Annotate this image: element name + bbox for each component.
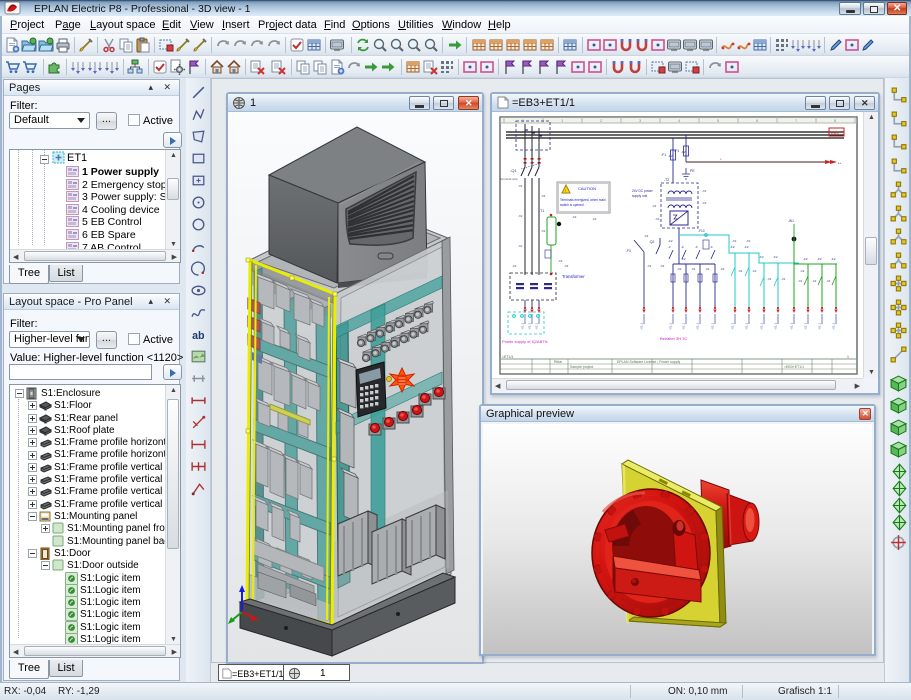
svg-text:-Q1: -Q1 [510,168,517,173]
svg-text:-X2: -X2 [512,264,517,268]
svg-text:-X1:1: -X1:1 [669,322,673,330]
svg-text:-X1:1: -X1:1 [535,322,539,330]
svg-text:-T2: -T2 [664,178,669,182]
svg-text:supply unit: supply unit [632,194,647,198]
svg-text:-X2: -X2 [572,215,577,219]
svg-text:Behälter 3H 3C: Behälter 3H 3C [660,336,687,341]
svg-text:CAUTION: CAUTION [578,186,596,191]
svg-text:-F2: -F2 [817,257,822,261]
svg-text:1: 1 [847,355,849,359]
svg-text:-X1:1: -X1:1 [832,322,836,330]
svg-text:-F3: -F3 [626,249,631,253]
svg-text:-X1:1: -X1:1 [774,322,778,330]
svg-text:-T1: -T1 [539,209,544,213]
svg-text:-X2: -X2 [720,267,725,271]
svg-text:-X1:1: -X1:1 [745,322,749,330]
svg-text:L+: L+ [838,161,842,165]
svg-text:-Q2: -Q2 [649,240,655,244]
svg-text:Rittal: Rittal [554,360,562,364]
svg-text:-X1:1: -X1:1 [696,322,700,330]
svg-text:-X2: -X2 [644,234,649,238]
svg-text:Transformer: Transformer [562,274,585,279]
svg-text:-X2: -X2 [826,279,831,283]
svg-text:-X2: -X2 [518,184,523,188]
svg-text:-X1:1: -X1:1 [528,322,532,330]
svg-text:-X2: -X2 [518,214,523,218]
svg-text:-X1:1: -X1:1 [760,322,764,330]
svg-text:-X2: -X2 [655,217,660,221]
svg-text:-X1:1: -X1:1 [731,322,735,330]
svg-text:-X1:1: -X1:1 [790,322,794,330]
svg-text:-X2: -X2 [677,267,682,271]
svg-text:-X2: -X2 [558,259,563,263]
svg-text:-X2: -X2 [812,279,817,283]
svg-text:Terminals energized, when main: Terminals energized, when main [560,198,606,202]
svg-text:-F2: -F2 [681,257,686,261]
svg-text:-F1: -F1 [674,149,679,153]
svg-text:-X2: -X2 [798,279,803,283]
svg-text:-F: -F [681,245,684,249]
svg-text:EPLAN Software License / Power: EPLAN Software License / Power supply [617,360,680,364]
svg-text:-X2: -X2 [518,244,523,248]
svg-text:-X2: -X2 [652,204,657,208]
svg-text:-X2: -X2 [767,277,772,281]
svg-text:-F2: -F2 [803,257,808,261]
svg-text:-F2: -F2 [773,255,778,259]
svg-text:-X2: -X2 [660,264,665,268]
svg-text:-X2: -X2 [541,194,546,198]
svg-text:-F: -F [668,245,671,249]
svg-text:-F2: -F2 [668,239,673,243]
svg-text:!: ! [565,188,566,193]
svg-text:-F2: -F2 [730,245,735,249]
svg-text:-F2: -F2 [681,150,686,154]
svg-text:Terminal strip: Terminal strip [500,177,518,181]
svg-text:-F: -F [695,245,698,249]
svg-text:-X1:1: -X1:1 [640,322,644,330]
svg-text:-F2: -F2 [668,154,673,158]
svg-text:-F1: -F1 [661,153,666,157]
svg-text:=ET1/1: =ET1/1 [502,355,513,359]
svg-text:-X1:1: -X1:1 [711,322,715,330]
svg-text:Power supply of IQ/ABTN: Power supply of IQ/ABTN [502,339,548,344]
svg-text:-X2: -X2 [705,267,710,271]
svg-text:-X2: -X2 [746,239,751,243]
svg-text:=EB3+ET1/1: =EB3+ET1/1 [784,365,804,369]
svg-text:switch is opened: switch is opened [560,203,584,207]
svg-text:ab: ab [192,330,205,342]
svg-text:-F10: -F10 [698,229,705,233]
svg-text:-F: -F [710,245,713,249]
svg-text:PE: PE [690,169,695,173]
svg-text:-X1:1: -X1:1 [682,322,686,330]
svg-text:-X2: -X2 [738,269,743,273]
svg-text:-X2: -X2 [781,277,786,281]
svg-text:-X2: -X2 [702,189,707,193]
svg-text:-X2: -X2 [702,201,707,205]
svg-text:-X2: -X2 [691,267,696,271]
svg-text:-X1:1: -X1:1 [818,322,822,330]
svg-text:-F2: -F2 [759,255,764,259]
svg-text:Sample project: Sample project [570,365,593,369]
svg-text:-X1:1: -X1:1 [804,322,808,330]
svg-text:-X2: -X2 [800,269,805,273]
svg-text:EB3: EB3 [831,130,839,135]
svg-text:-X2: -X2 [541,229,546,233]
svg-text:-X2: -X2 [732,239,737,243]
svg-text:-X1:1: -X1:1 [521,322,525,330]
svg-text:-X2: -X2 [647,264,652,268]
svg-text:-W1: -W1 [788,219,794,223]
svg-text:24V DC power: 24V DC power [632,189,654,193]
svg-text:-X2: -X2 [564,264,569,268]
svg-text:-F2: -F2 [831,257,836,261]
svg-text:-F2: -F2 [744,245,749,249]
svg-text:-X2: -X2 [752,269,757,273]
svg-text:-X2: -X2 [592,217,597,221]
